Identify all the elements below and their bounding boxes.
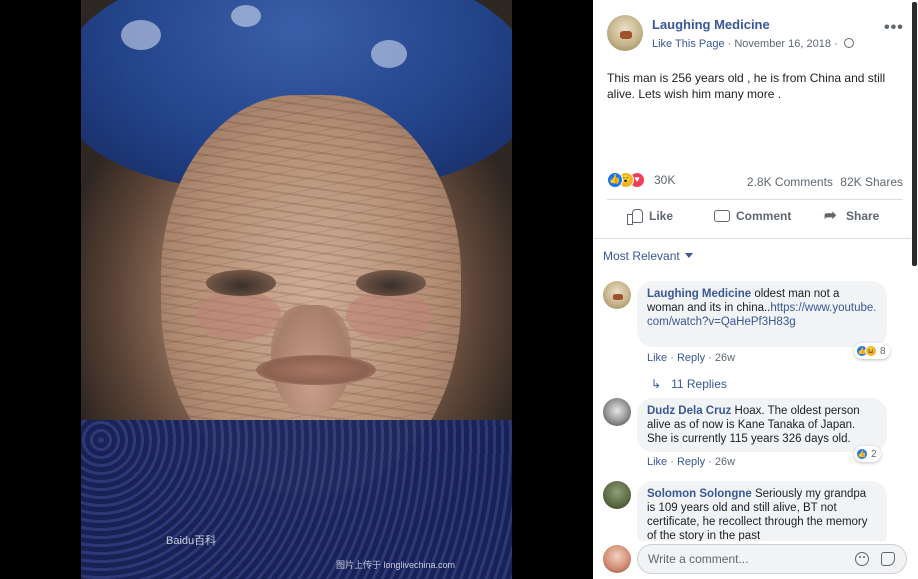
comment-actions: Like · Reply · 26w (647, 352, 735, 364)
like-reaction-icon[interactable]: 👍 (607, 172, 623, 188)
comment-bubble-icon (714, 210, 730, 222)
comment-reactions[interactable]: 👍 😆 8 (854, 343, 890, 359)
comment-reply-link[interactable]: Reply (677, 456, 705, 468)
like-page-link[interactable]: Like This Page (652, 38, 725, 50)
post-date[interactable]: November 16, 2018 (734, 38, 831, 50)
meta-separator: · (830, 38, 841, 50)
haha-reaction-icon: 😆 (865, 345, 877, 357)
comment-like-link[interactable]: Like (647, 456, 667, 468)
comment-reaction-count: 2 (871, 448, 877, 460)
globe-icon (843, 38, 854, 48)
reactions-summary: 👍 😮 ♥ 30K 2.8K Comments 82K Shares (607, 172, 903, 190)
comment-reaction-count: 8 (880, 345, 886, 357)
photo-eye-bag (196, 290, 281, 340)
caret-down-icon (685, 253, 694, 258)
commenter-avatar[interactable] (603, 481, 631, 509)
more-horizontal-icon[interactable]: ••• (884, 19, 904, 37)
current-user-avatar (603, 545, 631, 573)
photo-hat-pattern (121, 20, 161, 50)
separator: · (705, 456, 715, 468)
reply-arrow-icon: ↳ (651, 377, 662, 391)
photo-hat-pattern (231, 5, 261, 27)
share-button[interactable]: Share (824, 206, 880, 224)
photo-watermark-bottom: 图片上传于 longlivechina.com (336, 560, 456, 570)
comment-author-link[interactable]: Laughing Medicine (647, 288, 751, 300)
separator: · (705, 352, 715, 364)
like-reaction-icon: 👍 (856, 448, 868, 460)
share-button-label: Share (846, 209, 880, 223)
post-meta: Like This Page · November 16, 2018 · (652, 38, 854, 50)
sticker-icon[interactable] (881, 552, 895, 566)
comment-sort-dropdown[interactable]: Most Relevant (603, 249, 694, 263)
comment-sort-label: Most Relevant (603, 249, 680, 263)
comment-bubble: Dudz Dela Cruz Hoax. The oldest person a… (637, 398, 887, 452)
view-replies-link[interactable]: ↳ 11 Replies (651, 377, 727, 391)
post-side-panel: Laughing Medicine Like This Page · Novem… (593, 0, 918, 579)
commenter-avatar[interactable] (603, 398, 631, 426)
post-photo[interactable]: Baidu百科 图片上传于 longlivechina.com (81, 0, 512, 579)
comment-composer (593, 541, 911, 579)
photo-viewer: Baidu百科 图片上传于 longlivechina.com (0, 0, 593, 579)
post-actions-bar: Like Comment Share (607, 204, 903, 234)
post-scroll-area[interactable]: Laughing Medicine Like This Page · Novem… (593, 0, 911, 541)
commenter-avatar[interactable] (603, 281, 631, 309)
divider (607, 199, 903, 200)
photo-eye-bag (346, 290, 431, 340)
comment-timestamp[interactable]: 26w (715, 352, 735, 364)
scrollbar-thumb[interactable] (912, 2, 917, 266)
like-button[interactable]: Like (627, 209, 674, 225)
reaction-count[interactable]: 30K (654, 173, 675, 187)
comment-button[interactable]: Comment (714, 209, 791, 223)
comments-count-link[interactable]: 2.8K Comments (747, 175, 833, 189)
post-header: Laughing Medicine Like This Page · Novem… (607, 15, 907, 55)
shares-count-link[interactable]: 82K Shares (840, 175, 903, 189)
photo-eye (356, 270, 426, 296)
separator: · (667, 352, 677, 364)
comment-reply-link[interactable]: Reply (677, 352, 705, 364)
like-button-label: Like (649, 209, 674, 223)
comment-button-label: Comment (736, 209, 792, 223)
post-text: This man is 256 years old , he is from C… (607, 71, 886, 101)
photo-shirt (81, 420, 512, 579)
page-avatar[interactable] (607, 15, 643, 51)
page-name-link[interactable]: Laughing Medicine (652, 17, 770, 32)
comment-reactions[interactable]: 👍 2 (854, 446, 881, 462)
thumbs-up-icon (627, 209, 643, 225)
share-arrow-icon (824, 206, 840, 224)
separator: · (667, 456, 677, 468)
comment-like-link[interactable]: Like (647, 352, 667, 364)
emoji-icon[interactable] (855, 552, 869, 566)
photo-eye (206, 270, 276, 296)
comment-author-link[interactable]: Solomon Solongne (647, 488, 752, 500)
photo-watermark: Baidu百科 (166, 535, 217, 547)
comment-timestamp[interactable]: 26w (715, 456, 735, 468)
divider (593, 238, 911, 239)
comment-bubble: Laughing Medicine oldest man not a woman… (637, 281, 887, 347)
comment-bubble: Solomon Solongne Seriously my grandpa is… (637, 481, 887, 541)
comment-author-link[interactable]: Dudz Dela Cruz (647, 405, 731, 417)
engagement-stats: 2.8K Comments 82K Shares (747, 175, 903, 189)
scrollbar[interactable] (911, 0, 918, 269)
photo-hat-pattern (371, 40, 407, 68)
replies-label: 11 Replies (671, 377, 727, 391)
photo-mouth (256, 355, 376, 385)
comment-actions: Like · Reply · 26w (647, 456, 735, 468)
meta-separator: · (724, 38, 735, 50)
